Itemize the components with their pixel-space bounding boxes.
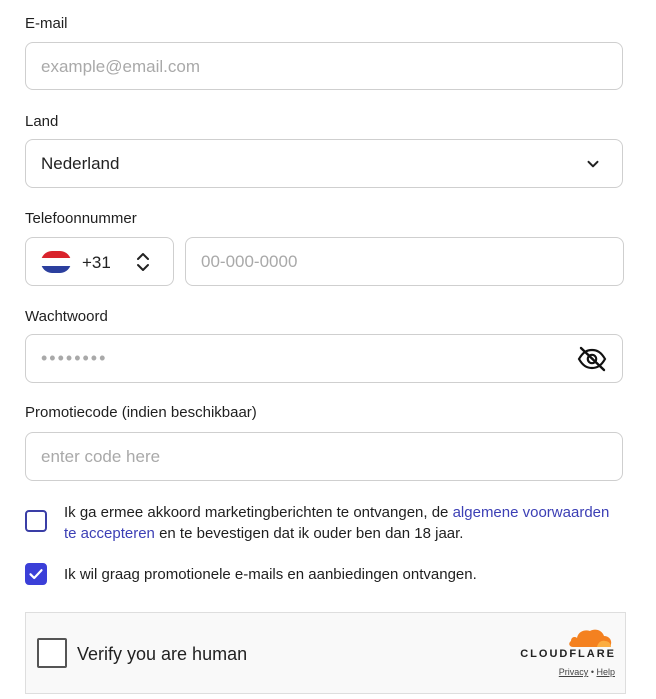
email-placeholder: example@email.com xyxy=(41,57,200,76)
terms-text-after: en te bevestigen dat ik ouder ben dan 18… xyxy=(154,525,464,542)
terms-checkbox[interactable] xyxy=(25,510,47,532)
password-field[interactable]: •••••••• xyxy=(25,334,623,383)
promo-emails-checkbox[interactable] xyxy=(25,563,47,585)
promo-placeholder: enter code here xyxy=(41,447,161,466)
terms-consent-text: Ik ga ermee akkoord marketingberichten t… xyxy=(64,502,624,544)
eye-off-icon[interactable] xyxy=(577,346,607,372)
phone-number-field[interactable]: 00-000-0000 xyxy=(185,237,624,286)
privacy-link[interactable]: Privacy xyxy=(559,667,589,677)
email-field[interactable]: example@email.com xyxy=(25,42,623,90)
password-masked-value: •••••••• xyxy=(41,348,108,368)
check-icon xyxy=(29,569,43,580)
cloudflare-cloud-icon xyxy=(569,629,612,647)
phone-placeholder: 00-000-0000 xyxy=(201,252,298,271)
country-select[interactable]: Nederland xyxy=(25,139,623,188)
help-link[interactable]: Help xyxy=(596,667,615,677)
phone-label: Telefoonnummer xyxy=(25,210,137,227)
promo-code-field[interactable]: enter code here xyxy=(25,432,623,481)
links-separator: • xyxy=(590,667,594,677)
cloudflare-wordmark: CLOUDFLARE xyxy=(520,648,616,660)
promo-emails-text: Ik wil graag promotionele e-mails en aan… xyxy=(64,566,477,583)
up-down-chevron-icon xyxy=(137,253,149,271)
netherlands-flag-icon xyxy=(41,251,71,273)
country-value: Nederland xyxy=(41,154,120,173)
country-label: Land xyxy=(25,113,59,130)
captcha-label: Verify you are human xyxy=(77,644,248,664)
captcha-widget: Verify you are human CLOUDFLARE Privacy … xyxy=(25,612,626,694)
promo-label: Promotiecode (indien beschikbaar) xyxy=(25,404,257,421)
chevron-down-icon xyxy=(587,160,599,168)
country-code-value: +31 xyxy=(82,253,111,272)
password-label: Wachtwoord xyxy=(25,308,108,325)
captcha-links: Privacy • Help xyxy=(559,667,615,677)
country-code-select[interactable]: +31 xyxy=(25,237,174,286)
terms-text-before: Ik ga ermee akkoord marketingberichten t… xyxy=(64,504,453,521)
email-label: E-mail xyxy=(25,15,68,32)
captcha-checkbox[interactable] xyxy=(37,638,67,668)
